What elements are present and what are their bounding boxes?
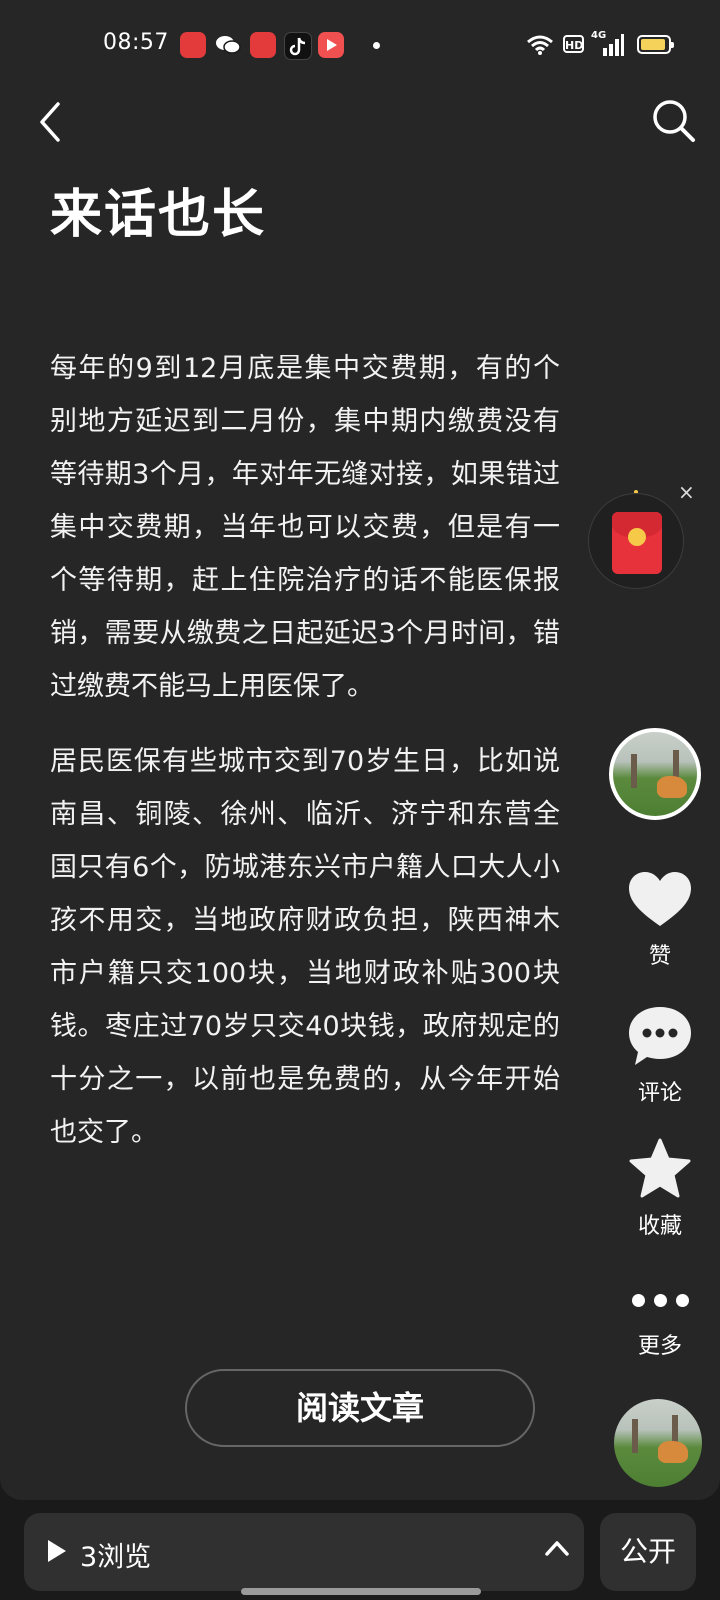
read-article-button[interactable]: 阅读文章 xyxy=(185,1369,535,1447)
like-button[interactable]: 赞 xyxy=(612,870,708,970)
toutiao-icon xyxy=(180,32,206,58)
comment-button[interactable]: 评论 xyxy=(612,1005,708,1107)
wifi-icon xyxy=(527,35,553,55)
views-bar[interactable]: 3浏览 xyxy=(24,1513,584,1591)
back-arrow-icon[interactable] xyxy=(36,100,64,144)
notification-dot xyxy=(373,42,380,49)
red-packet-close-icon[interactable]: × xyxy=(678,480,695,504)
more-dots-icon xyxy=(612,1286,708,1314)
red-packet-button[interactable] xyxy=(588,493,684,589)
author-avatar[interactable] xyxy=(609,728,701,820)
hd-icon: HD xyxy=(563,35,584,53)
status-time: 08:57 xyxy=(103,30,169,55)
comment-icon xyxy=(629,1007,691,1065)
search-icon[interactable] xyxy=(651,98,697,144)
heart-icon xyxy=(629,872,691,926)
comment-label: 评论 xyxy=(637,1081,682,1106)
like-label: 赞 xyxy=(648,944,671,969)
public-button[interactable]: 公开 xyxy=(600,1513,696,1591)
avatar-tree xyxy=(631,754,637,788)
play-icon xyxy=(48,1540,66,1562)
article-paragraph-2: 居民医保有些城市交到70岁生日，比如说南昌、铜陵、徐州、临沂、济宁和东营全国只有… xyxy=(50,746,560,1148)
article-body: 每年的9到12月底是集中交费期，有的个别地方延迟到二月份，集中期内缴费没有等待期… xyxy=(50,342,560,1181)
toutiao-lite-icon xyxy=(250,32,276,58)
favorite-label: 收藏 xyxy=(637,1214,682,1239)
red-envelope-coin xyxy=(628,528,646,546)
avatar-tree xyxy=(632,1419,638,1453)
more-button[interactable]: 更多 xyxy=(612,1286,708,1360)
video-app-icon xyxy=(318,32,344,58)
article-title: 来话也长 xyxy=(50,185,267,245)
avatar-deer xyxy=(658,1441,688,1463)
views-count: 3浏览 xyxy=(80,1542,152,1573)
status-bar: 08:57 HD 4G xyxy=(0,0,720,90)
more-label: 更多 xyxy=(637,1334,682,1359)
home-indicator xyxy=(241,1588,481,1595)
battery-icon xyxy=(637,35,674,54)
author-avatar-small[interactable] xyxy=(614,1399,702,1487)
favorite-button[interactable]: 收藏 xyxy=(612,1138,708,1240)
star-icon xyxy=(629,1138,691,1198)
douyin-icon xyxy=(284,32,312,60)
chevron-up-icon[interactable] xyxy=(544,1539,570,1557)
wechat-icon xyxy=(215,32,241,58)
article-paragraph-1: 每年的9到12月底是集中交费期，有的个别地方延迟到二月份，集中期内缴费没有等待期… xyxy=(50,353,560,702)
avatar-deer xyxy=(657,776,687,798)
